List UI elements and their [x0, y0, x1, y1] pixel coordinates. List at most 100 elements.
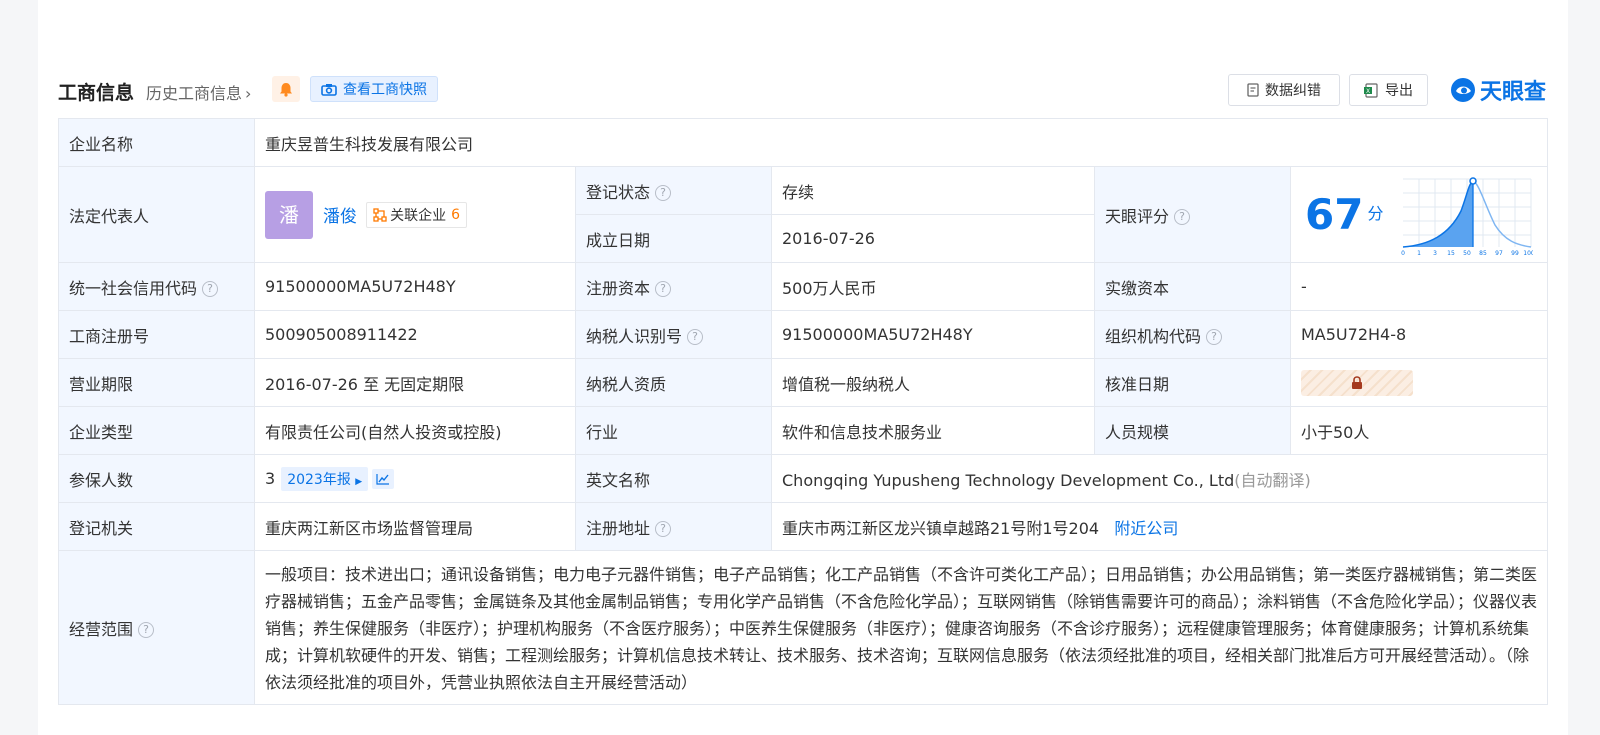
biz-scope-label: 经营范围?: [58, 550, 255, 705]
tianyan-score-label: 天眼评分?: [1094, 166, 1291, 263]
score-tick-label: 15: [1447, 250, 1455, 257]
related-companies-button[interactable]: 关联企业 6: [366, 201, 468, 228]
reg-address-value: 重庆市两江新区龙兴镇卓越路21号附1号204: [782, 518, 1100, 538]
triangle-right-icon: ▶: [355, 476, 363, 487]
lock-icon: [1352, 376, 1362, 389]
page-panel: 工商信息 历史工商信息 › 查看工商快照 数据纠错 X 导出 天眼查 企业名称 重…: [38, 0, 1568, 735]
paid-capital-label: 实缴资本: [1094, 262, 1291, 311]
english-name-cell: Chongqing Yupusheng Technology Developme…: [770, 454, 1549, 503]
help-icon[interactable]: ?: [1174, 209, 1191, 225]
reg-address-cell: 重庆市两江新区龙兴镇卓越路21号附1号204 附近公司: [770, 502, 1549, 551]
taxpayer-id-label: 纳税人识别号?: [575, 310, 772, 359]
table-row: 参保人数 3 2023年报 ▶ 英文名称 Chongqing Yupusheng …: [58, 454, 1549, 503]
company-type-value: 有限责任公司(自然人投资或控股): [254, 406, 576, 455]
network-icon: [373, 207, 387, 222]
company-name-label: 企业名称: [58, 118, 255, 167]
credit-code-label: 统一社会信用代码?: [58, 262, 255, 311]
trend-chart-icon[interactable]: [372, 469, 395, 489]
credit-code-value: 91500000MA5U72H48Y: [254, 262, 576, 311]
reg-capital-label: 注册资本?: [575, 262, 772, 311]
help-icon[interactable]: ?: [1206, 329, 1223, 345]
table-row: 企业名称 重庆昱普生科技发展有限公司: [58, 118, 1549, 167]
legal-rep-label: 法定代表人: [58, 166, 255, 263]
annual-report-button[interactable]: 2023年报 ▶: [281, 466, 369, 491]
insured-value: 3: [265, 468, 276, 488]
taxpayer-qual-label: 纳税人资质: [575, 358, 772, 407]
excel-icon: X: [1364, 82, 1378, 98]
biz-reg-no-label: 工商注册号: [58, 310, 255, 359]
org-code-value: MA5U72H4-8: [1289, 310, 1549, 359]
nearby-companies-link[interactable]: 附近公司: [1114, 519, 1178, 538]
locked-value[interactable]: [1301, 369, 1413, 396]
english-name-value: Chongqing Yupusheng Technology Developme…: [782, 470, 1235, 490]
score-unit: 分: [1367, 204, 1384, 223]
eye-logo-icon: [1450, 78, 1475, 102]
approval-date-label: 核准日期: [1094, 358, 1291, 407]
help-icon[interactable]: ?: [138, 622, 155, 638]
score-tick-label: 100: [1523, 250, 1533, 257]
business-info-table: 企业名称 重庆昱普生科技发展有限公司 法定代表人 潘潘俊 关联企业 6 登记状态?…: [58, 118, 1549, 705]
history-link[interactable]: 历史工商信息 ›: [146, 80, 251, 104]
export-button[interactable]: X 导出: [1349, 74, 1428, 106]
reg-address-label: 注册地址?: [575, 502, 772, 551]
english-name-label: 英文名称: [575, 454, 772, 503]
approval-date-cell: [1289, 358, 1549, 407]
avatar[interactable]: 潘: [265, 190, 313, 239]
score-tick-label: 50: [1463, 250, 1471, 257]
found-date-label: 成立日期: [575, 214, 772, 263]
staff-size-label: 人员规模: [1094, 406, 1291, 455]
table-row: 营业期限 2016-07-26 至 无固定期限 纳税人资质 增值税一般纳税人 核…: [58, 358, 1549, 407]
staff-size-value: 小于50人: [1289, 406, 1549, 455]
legal-rep-name-link[interactable]: 潘俊: [323, 202, 357, 227]
section-title: 工商信息: [58, 82, 135, 104]
table-row: 工商注册号 500905008911422 纳税人识别号? 91500000MA…: [58, 310, 1549, 359]
reg-authority-label: 登记机关: [58, 502, 255, 551]
help-icon[interactable]: ?: [655, 281, 672, 297]
data-correction-button[interactable]: 数据纠错: [1228, 74, 1340, 106]
taxpayer-qual-value: 增值税一般纳税人: [771, 358, 1095, 407]
bell-icon[interactable]: [272, 76, 300, 102]
tianyan-score-cell[interactable]: 67 分 0 1 3 15 50 85 97 99 100: [1289, 166, 1549, 263]
industry-label: 行业: [575, 406, 772, 455]
paid-capital-value: -: [1289, 262, 1549, 311]
camera-icon: [321, 83, 337, 96]
table-row: 企业类型 有限责任公司(自然人投资或控股) 行业 软件和信息技术服务业 人员规模…: [58, 406, 1549, 455]
snapshot-button[interactable]: 查看工商快照: [310, 76, 438, 102]
biz-scope-value: 一般项目：技术进出口；通讯设备销售；电力电子元器件销售；电子产品销售；化工产品销…: [253, 550, 1549, 705]
table-row: 经营范围? 一般项目：技术进出口；通讯设备销售；电力电子元器件销售；电子产品销售…: [58, 550, 1549, 705]
company-type-label: 企业类型: [58, 406, 255, 455]
document-icon: [1247, 83, 1259, 97]
help-icon[interactable]: ?: [687, 329, 704, 345]
biz-term-value: 2016-07-26 至 无固定期限: [254, 358, 576, 407]
reg-status-label: 登记状态?: [575, 166, 772, 215]
table-row: 法定代表人 潘潘俊 关联企业 6 登记状态? 存续 天眼评分? 67 分 0 1…: [58, 166, 1549, 263]
reg-authority-value: 重庆两江新区市场监督管理局: [254, 502, 576, 551]
auto-translate-note: (自动翻译): [1234, 470, 1311, 490]
score-value: 67: [1305, 190, 1364, 239]
help-icon[interactable]: ?: [655, 521, 672, 537]
biz-term-label: 营业期限: [58, 358, 255, 407]
industry-value: 软件和信息技术服务业: [771, 406, 1095, 455]
score-tick-label: 85: [1479, 250, 1487, 257]
chevron-right-icon: ›: [245, 84, 252, 103]
table-row: 统一社会信用代码? 91500000MA5U72H48Y 注册资本? 500万人…: [58, 262, 1549, 311]
score-distribution-chart: 0 1 3 15 50 85 97 99 100: [1401, 177, 1533, 257]
table-row: 登记机关 重庆两江新区市场监督管理局 注册地址? 重庆市两江新区龙兴镇卓越路21…: [58, 502, 1549, 551]
company-name-value: 重庆昱普生科技发展有限公司: [253, 118, 1549, 167]
svg-text:X: X: [1366, 88, 1370, 95]
reg-status-value: 存续: [771, 166, 1095, 215]
legal-rep-cell: 潘潘俊 关联企业 6: [254, 166, 576, 263]
insured-cell: 3 2023年报 ▶: [254, 454, 576, 503]
org-code-label: 组织机构代码?: [1094, 310, 1291, 359]
taxpayer-id-value: 91500000MA5U72H48Y: [771, 310, 1095, 359]
score-tick-label: 0: [1401, 250, 1405, 257]
tianyancha-logo: 天眼查: [1450, 74, 1546, 106]
found-date-value: 2016-07-26: [771, 214, 1095, 263]
score-tick-label: 99: [1511, 250, 1519, 257]
biz-reg-no-value: 500905008911422: [254, 310, 576, 359]
help-icon[interactable]: ?: [202, 281, 219, 297]
score-tick-label: 97: [1495, 250, 1503, 257]
help-icon[interactable]: ?: [655, 185, 672, 201]
score-tick-label: 1: [1417, 250, 1421, 257]
section-header: 工商信息 历史工商信息 › 查看工商快照 数据纠错 X 导出 天眼查: [58, 72, 1546, 108]
